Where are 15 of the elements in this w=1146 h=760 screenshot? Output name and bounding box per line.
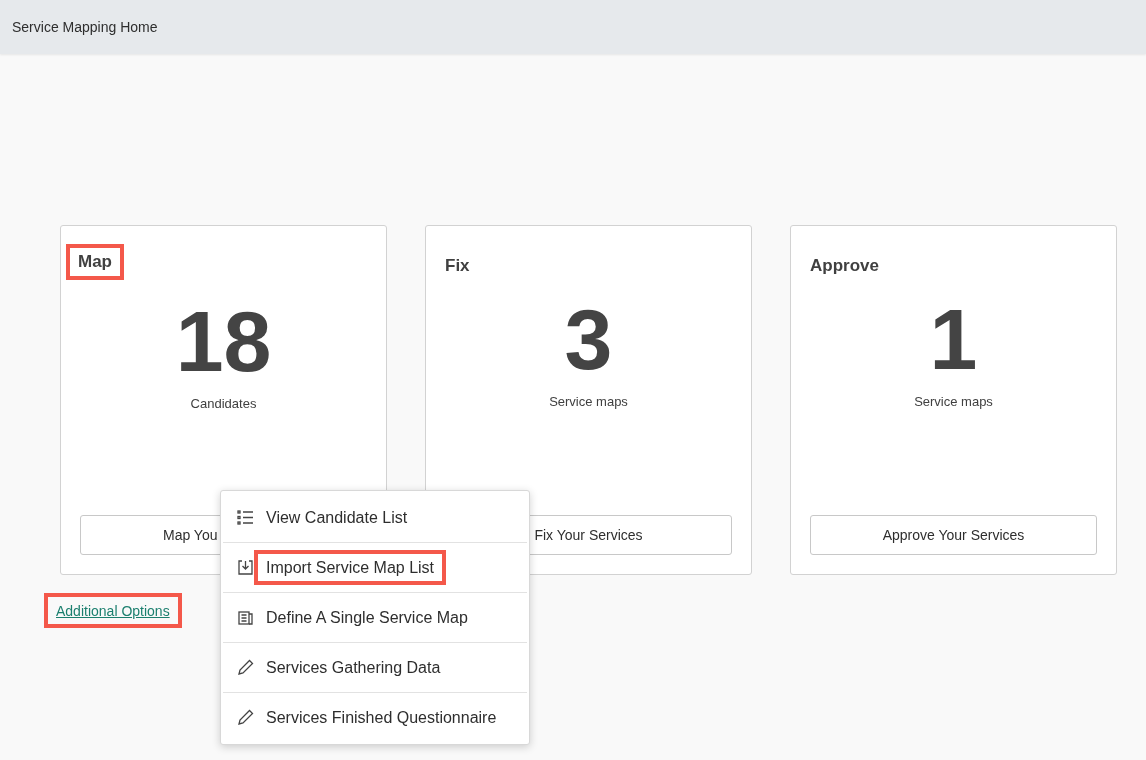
card-title: Approve [810, 255, 879, 277]
card-title: Map [78, 251, 112, 273]
count-caption: Service maps [914, 394, 993, 409]
count-number: 1 [929, 296, 978, 382]
menu-item-label: Services Finished Questionnaire [266, 707, 497, 728]
menu-item-label: Services Gathering Data [266, 657, 441, 678]
count-caption: Service maps [549, 394, 628, 409]
menu-item-label: View Candidate List [266, 507, 408, 528]
page-title: Service Mapping Home [12, 19, 158, 35]
menu-item-label: Import Service Map List [266, 558, 435, 576]
count-number: 18 [175, 298, 272, 385]
count-caption: Candidates [190, 396, 257, 412]
card-title: Fix [445, 255, 470, 277]
count-number: 3 [564, 296, 613, 382]
menu-item-label: Define A Single Service Map [266, 607, 468, 628]
